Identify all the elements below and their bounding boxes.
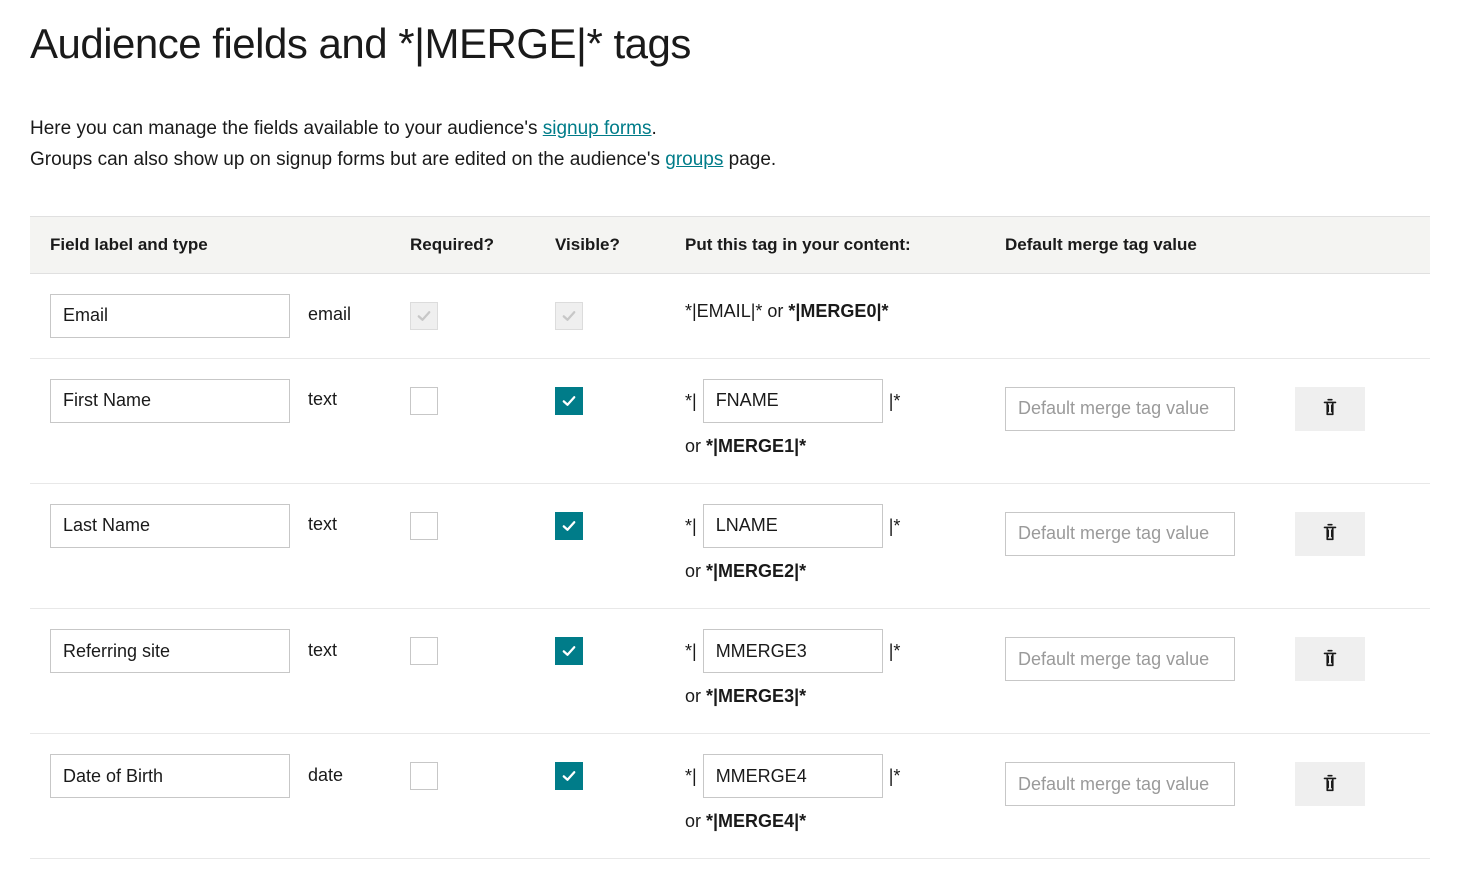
- page-title: Audience fields and *|MERGE|* tags: [30, 20, 1430, 68]
- email-merge-tag-a: *|EMAIL|* or: [685, 301, 788, 321]
- delete-field-button[interactable]: [1295, 762, 1365, 806]
- field-label-input[interactable]: [50, 504, 290, 548]
- groups-link[interactable]: groups: [665, 149, 723, 170]
- col-required: Required?: [410, 235, 555, 255]
- col-label-type: Field label and type: [50, 235, 410, 255]
- fields-table: Field label and type Required? Visible? …: [30, 216, 1430, 860]
- merge-tag-input[interactable]: [703, 379, 883, 423]
- merge-alt-label: or *|MERGE4|*: [685, 804, 1005, 838]
- visible-checkbox[interactable]: [555, 512, 583, 540]
- table-row: email *|EMAIL|* or *|MERGE0|*: [30, 274, 1430, 359]
- delete-field-button[interactable]: [1295, 512, 1365, 556]
- intro-line1b: .: [652, 118, 657, 139]
- visible-checkbox: [555, 302, 583, 330]
- merge-alt-label: or *|MERGE3|*: [685, 679, 1005, 713]
- intro-line2a: Groups can also show up on signup forms …: [30, 149, 665, 170]
- col-visible: Visible?: [555, 235, 685, 255]
- trash-icon: [1319, 396, 1341, 421]
- trash-icon: [1319, 521, 1341, 546]
- default-value-input[interactable]: [1005, 387, 1235, 431]
- table-row: text *| |* or *|MERGE3|*: [30, 609, 1430, 734]
- required-checkbox: [410, 302, 438, 330]
- field-type-label: text: [308, 640, 337, 663]
- tag-suffix: |*: [889, 384, 901, 418]
- tag-suffix: |*: [889, 759, 901, 793]
- intro-line1a: Here you can manage the fields available…: [30, 118, 543, 139]
- delete-field-button[interactable]: [1295, 387, 1365, 431]
- intro-text: Here you can manage the fields available…: [30, 113, 1430, 176]
- visible-checkbox[interactable]: [555, 387, 583, 415]
- field-type-label: email: [308, 304, 351, 327]
- required-checkbox[interactable]: [410, 512, 438, 540]
- merge-alt-label: or *|MERGE2|*: [685, 554, 1005, 588]
- field-label-input[interactable]: [50, 379, 290, 423]
- merge-tag-input[interactable]: [703, 629, 883, 673]
- signup-forms-link[interactable]: signup forms: [543, 118, 652, 139]
- merge-alt-label: or *|MERGE1|*: [685, 429, 1005, 463]
- visible-checkbox[interactable]: [555, 637, 583, 665]
- field-label-input[interactable]: [50, 294, 290, 338]
- required-checkbox[interactable]: [410, 762, 438, 790]
- required-checkbox[interactable]: [410, 637, 438, 665]
- table-row: text *| |* or *|MERGE1|*: [30, 359, 1430, 484]
- trash-icon: [1319, 772, 1341, 797]
- merge-tag-input[interactable]: [703, 754, 883, 798]
- visible-checkbox[interactable]: [555, 762, 583, 790]
- required-checkbox[interactable]: [410, 387, 438, 415]
- merge-tag-input[interactable]: [703, 504, 883, 548]
- email-merge-tag-b: *|MERGE0|*: [788, 301, 888, 321]
- default-value-input[interactable]: [1005, 762, 1235, 806]
- table-header: Field label and type Required? Visible? …: [30, 216, 1430, 274]
- field-type-label: date: [308, 765, 343, 788]
- trash-icon: [1319, 647, 1341, 672]
- tag-prefix: *|: [685, 509, 697, 543]
- table-row: date *| |* or *|MERGE4|*: [30, 734, 1430, 859]
- intro-line2b: page.: [723, 149, 776, 170]
- field-type-label: text: [308, 514, 337, 537]
- tag-suffix: |*: [889, 634, 901, 668]
- tag-prefix: *|: [685, 759, 697, 793]
- field-label-input[interactable]: [50, 629, 290, 673]
- default-value-input[interactable]: [1005, 637, 1235, 681]
- col-tag: Put this tag in your content:: [685, 235, 1005, 255]
- default-value-input[interactable]: [1005, 512, 1235, 556]
- tag-prefix: *|: [685, 634, 697, 668]
- field-label-input[interactable]: [50, 754, 290, 798]
- field-type-label: text: [308, 389, 337, 412]
- tag-suffix: |*: [889, 509, 901, 543]
- tag-prefix: *|: [685, 384, 697, 418]
- table-row: text *| |* or *|MERGE2|*: [30, 484, 1430, 609]
- delete-field-button[interactable]: [1295, 637, 1365, 681]
- col-default: Default merge tag value: [1005, 235, 1295, 255]
